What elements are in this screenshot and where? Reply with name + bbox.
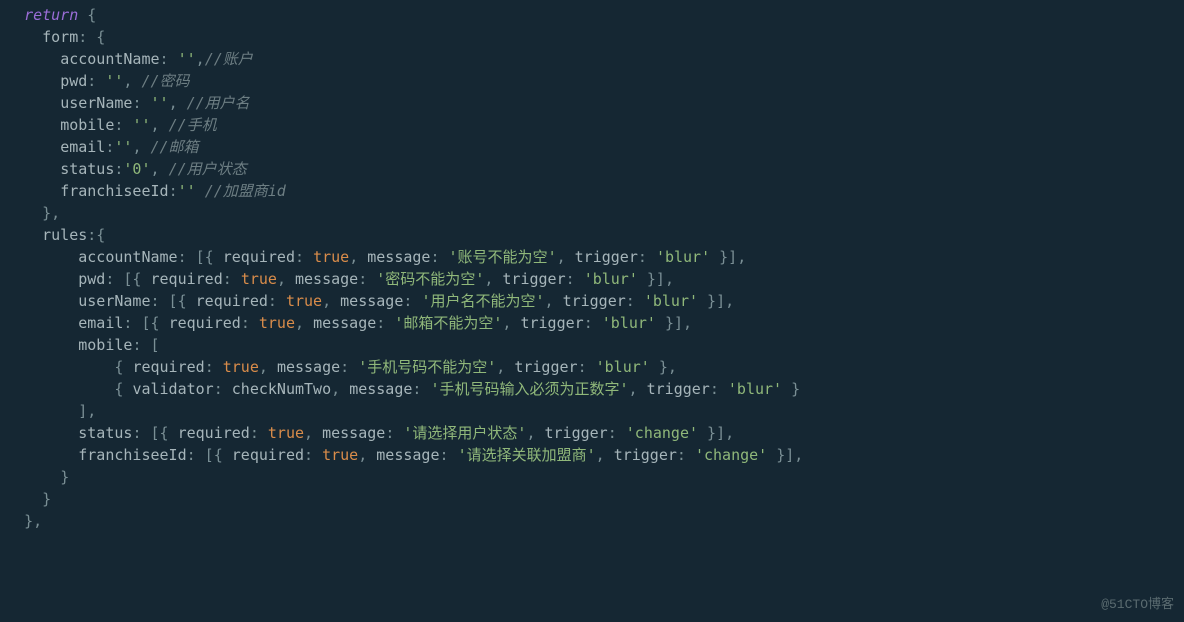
watermark: @51CTO博客: [1101, 594, 1174, 616]
code-editor[interactable]: return { form: { accountName: '',//账户 pw…: [0, 0, 1184, 536]
